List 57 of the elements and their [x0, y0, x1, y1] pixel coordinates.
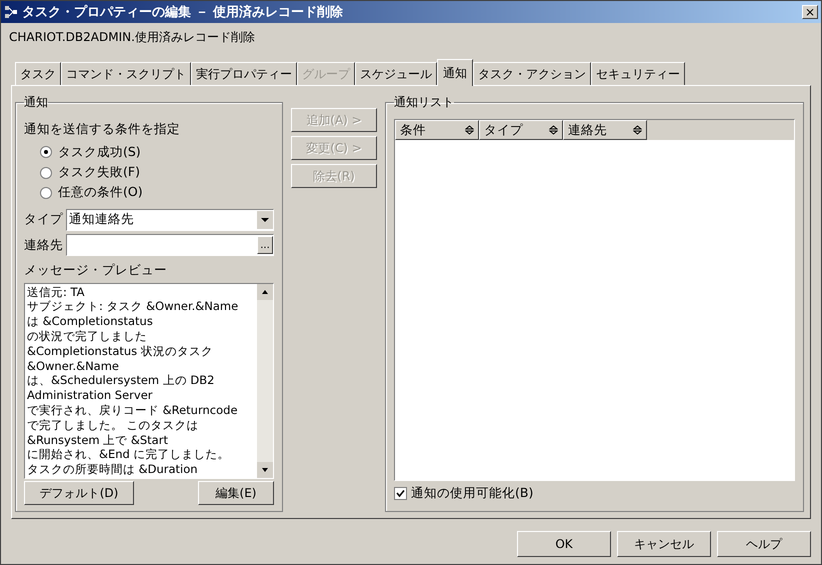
preview-line: で完了しました。 このタスクは: [27, 418, 200, 433]
preview-line: は、&Schedulersystem 上の DB2: [27, 373, 216, 388]
tab[interactable]: 通知: [437, 59, 473, 86]
sort-icon: [465, 125, 474, 135]
scroll-down-icon[interactable]: [257, 462, 273, 478]
type-dropdown[interactable]: 通知連絡先: [66, 208, 274, 231]
preview-line: 送信元: TA: [27, 284, 86, 300]
group-title: 通知: [24, 94, 48, 111]
preview-line: で実行され、戻りコード &Returncode: [27, 403, 239, 418]
dialog-button[interactable]: OK: [517, 531, 611, 557]
preview-line: は &Completionstatus: [27, 314, 154, 330]
tab[interactable]: タスク: [15, 62, 61, 85]
dropdown-icon: [257, 210, 273, 229]
browse-button[interactable]: ...: [257, 236, 273, 254]
object-path: CHARIOT.DB2ADMIN.使用済みレコード削除: [8, 29, 256, 46]
preview-line: &Owner.&Name: [27, 358, 120, 374]
tab[interactable]: セキュリティー: [591, 62, 685, 85]
dialog-button[interactable]: ヘルプ: [717, 531, 811, 557]
scroll-up-icon[interactable]: [257, 284, 273, 300]
sort-icon: [633, 125, 642, 135]
type-label: タイプ: [24, 211, 63, 228]
preview-line: サブジェクト: タスク &Owner.&Name: [27, 299, 240, 314]
column-header[interactable]: 連絡先: [563, 120, 647, 140]
preview-line: &Completionstatus 状況のタスク: [27, 344, 214, 359]
condition-label: 通知を送信する条件を指定: [24, 121, 181, 138]
checkbox[interactable]: [394, 486, 407, 500]
preview-button[interactable]: デフォルト(D): [24, 481, 134, 505]
preview-line: の状況で完了しました: [27, 329, 148, 344]
radio-button[interactable]: [40, 146, 52, 158]
contact-label: 連絡先: [24, 236, 63, 254]
radio-button[interactable]: [40, 166, 52, 179]
window-title: タスク・プロパティーの編集 － 使用済みレコード削除: [22, 4, 344, 21]
preview-line: &Runsystem 上で &Start: [27, 432, 169, 448]
tab[interactable]: タスク・アクション: [473, 62, 591, 85]
preview-line: Administration Server: [27, 388, 154, 404]
sort-icon: [549, 125, 558, 135]
radio-label: 任意の条件(O): [58, 184, 143, 202]
radio-button[interactable]: [40, 186, 52, 199]
checkbox-label: 通知の使用可能化(B): [411, 484, 534, 502]
preview-line: タスクの所要時間は &Duration: [27, 462, 199, 477]
app-icon: [4, 5, 18, 19]
contact-field[interactable]: ...: [66, 234, 274, 256]
scrollbar[interactable]: [257, 284, 273, 478]
tab[interactable]: スケジュール: [355, 62, 437, 85]
radio-label: タスク成功(S): [58, 144, 141, 161]
close-button[interactable]: ×: [802, 5, 818, 19]
group-title: 通知リスト: [394, 94, 454, 111]
preview-label: メッセージ・プレビュー: [24, 262, 168, 279]
notification-list[interactable]: 条件 タイプ 連絡先: [394, 119, 795, 481]
column-header[interactable]: タイプ: [479, 120, 563, 140]
preview-button[interactable]: 編集(E): [198, 481, 274, 505]
column-header[interactable]: 条件: [395, 120, 479, 140]
preview-line: に開始され、&End に完了しました。: [27, 447, 230, 462]
tab[interactable]: コマンド・スクリプト: [61, 62, 191, 85]
tab[interactable]: 実行プロパティー: [191, 62, 297, 85]
dialog-button[interactable]: キャンセル: [617, 531, 711, 557]
radio-label: タスク失敗(F): [58, 164, 140, 182]
